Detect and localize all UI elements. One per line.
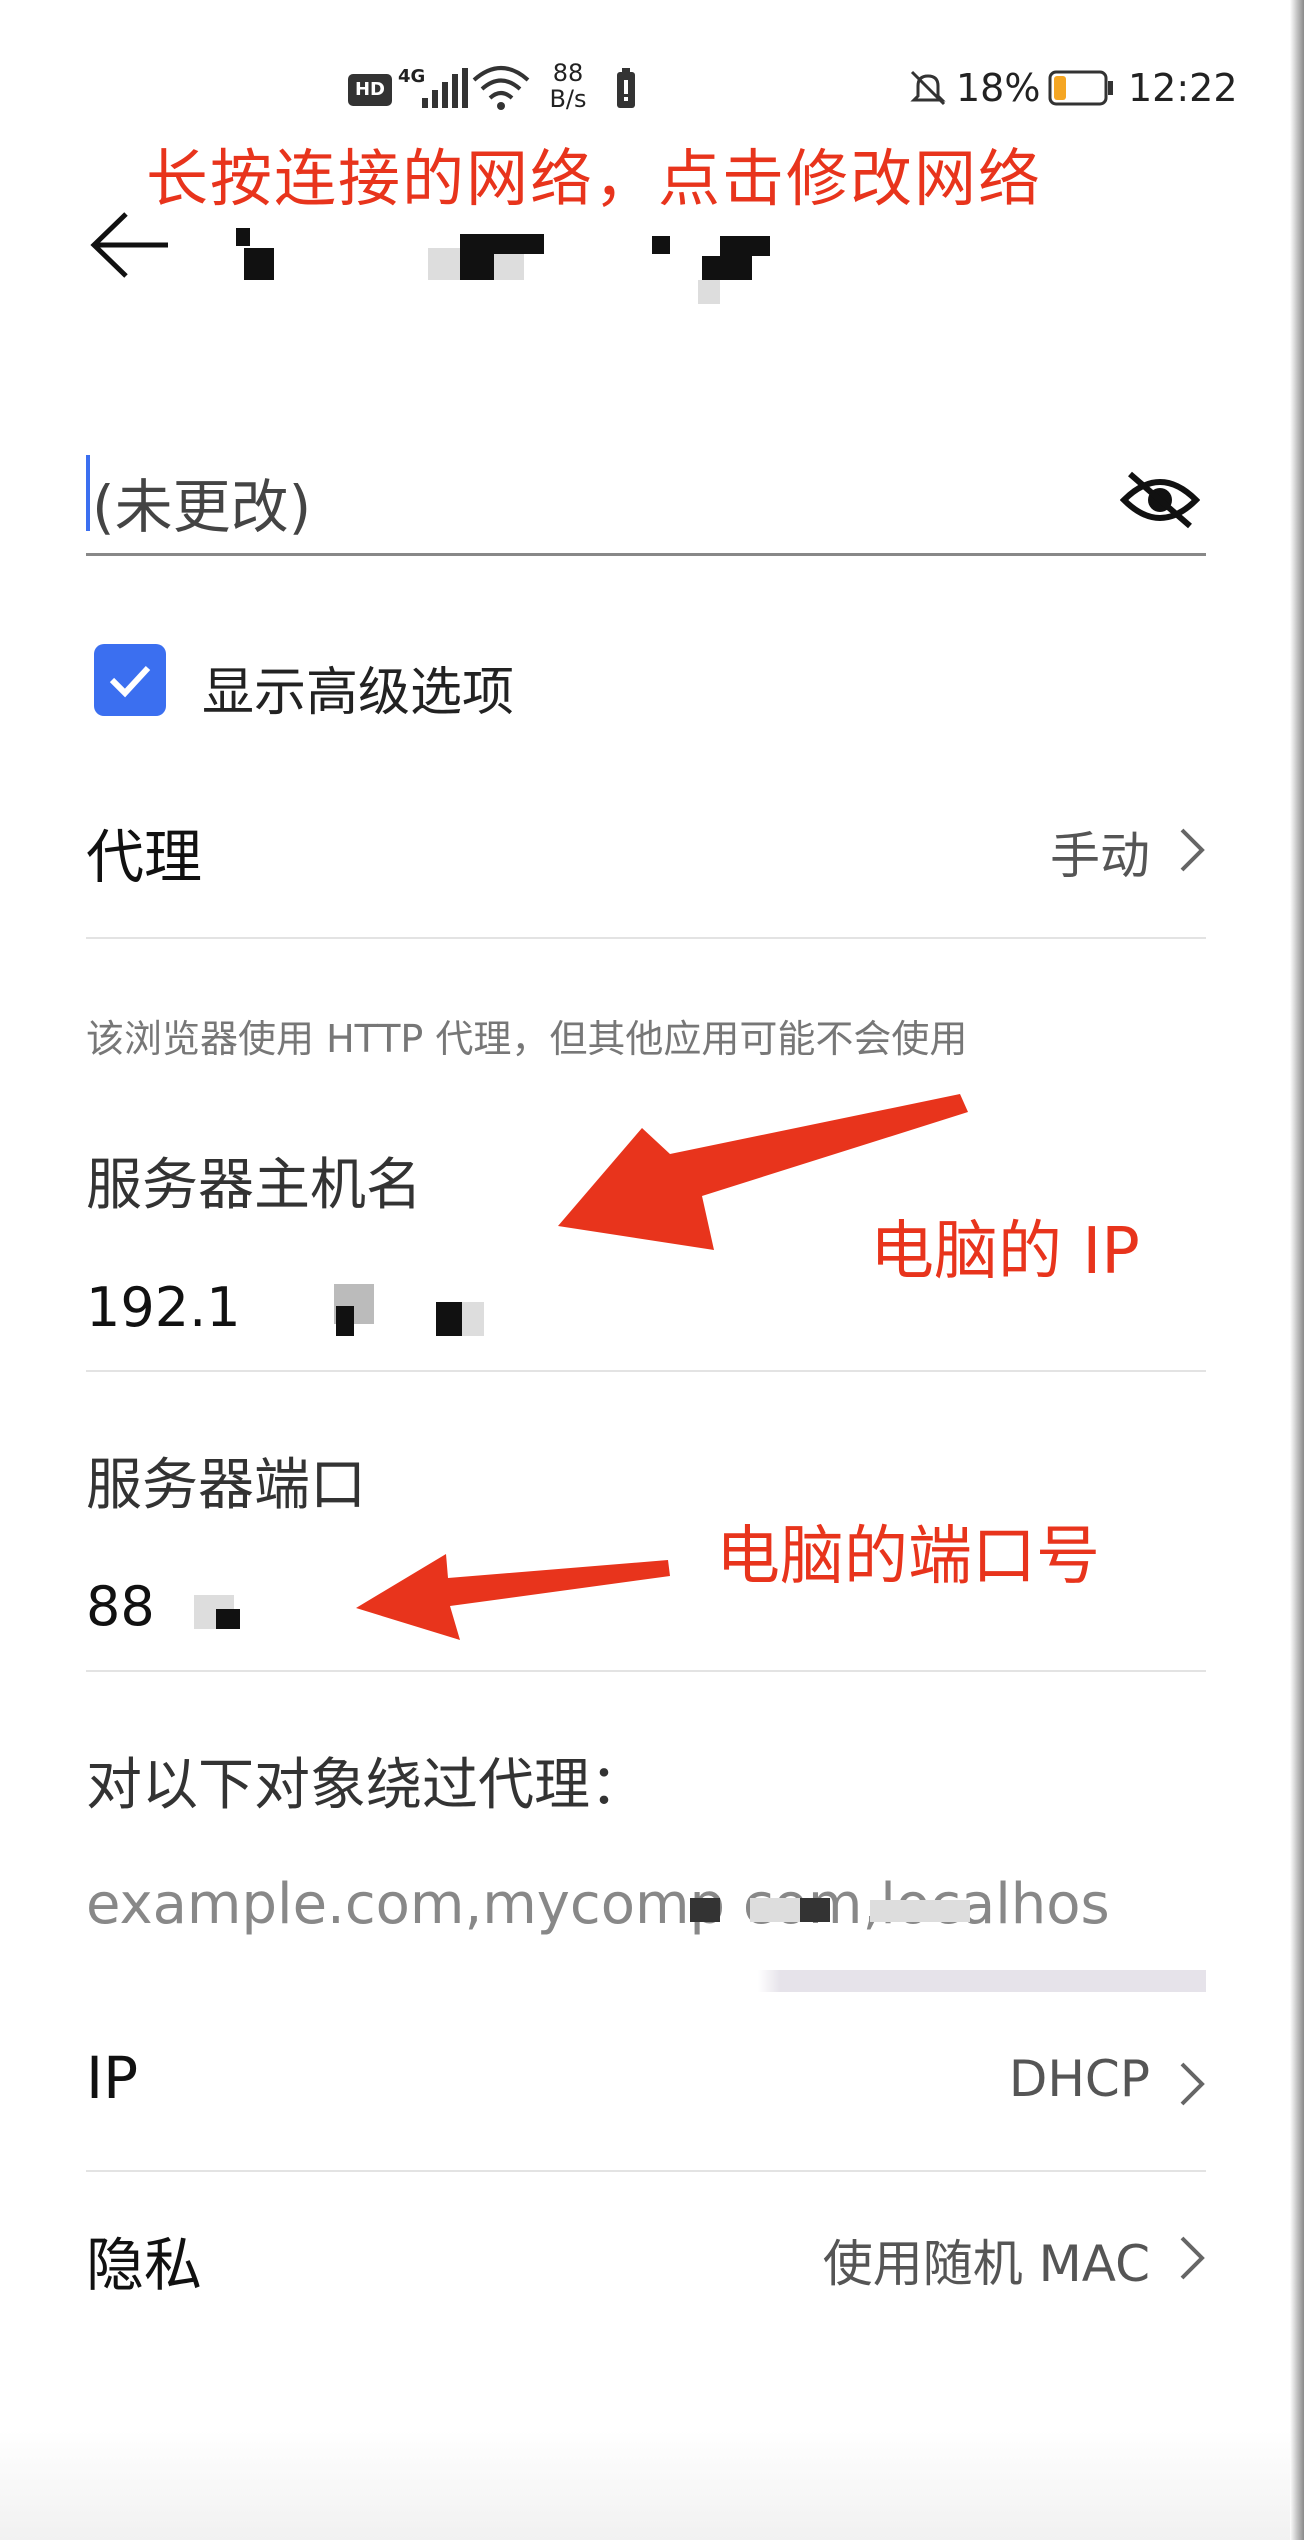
divider — [86, 1670, 1206, 1672]
divider — [86, 937, 1206, 939]
divider — [86, 2170, 1206, 2172]
wifi-icon — [472, 66, 530, 110]
ip-row[interactable]: IP DHCP — [86, 2044, 1206, 2134]
checkmark-icon — [109, 665, 151, 698]
proxy-value: 手动 — [1050, 827, 1150, 885]
host-label: 服务器主机名 — [86, 1153, 422, 1218]
clock: 12:22 — [1128, 66, 1238, 110]
annotation-ip: 电脑的 IP — [870, 1215, 1140, 1289]
bypass-label: 对以下对象绕过代理： — [86, 1753, 646, 1818]
chevron-right-icon — [1180, 2236, 1205, 2280]
port-input[interactable]: 88 — [86, 1575, 386, 1645]
proxy-row[interactable]: 代理 手动 — [86, 810, 1206, 900]
advanced-options-checkbox[interactable] — [94, 644, 166, 716]
password-input[interactable]: (未更改) — [92, 460, 311, 544]
network-speed: 88 B/s — [549, 59, 587, 113]
bypass-input[interactable]: example.com,mycomp com,localhos — [86, 1872, 1206, 1937]
chevron-right-icon — [1180, 2062, 1205, 2106]
hd-icon: HD — [348, 74, 392, 106]
bell-muted-icon — [910, 70, 946, 106]
password-underline — [86, 553, 1206, 556]
host-input[interactable]: 192.1 — [86, 1276, 686, 1346]
annotation-title: 长按连接的网络，点击修改网络 — [146, 142, 1043, 215]
proxy-note: 该浏览器使用 HTTP 代理，但其他应用可能不会使用 — [86, 1017, 968, 1061]
annotation-arrow-port — [356, 1554, 670, 1640]
privacy-row[interactable]: 隐私 使用随机 MAC — [86, 2218, 1206, 2308]
text-cursor — [86, 455, 90, 531]
battery-icon — [1048, 70, 1113, 106]
annotation-port: 电脑的端口号 — [716, 1520, 1100, 1594]
bypass-redaction — [690, 1890, 1030, 1950]
ip-value: DHCP — [1008, 2050, 1150, 2108]
bypass-underline — [86, 1970, 1206, 1992]
privacy-label: 隐私 — [86, 2231, 203, 2299]
battery-percent: 18% — [956, 66, 1041, 110]
network-name-redacted — [232, 222, 792, 304]
port-label: 服务器端口 — [86, 1453, 366, 1518]
screen-edge — [1290, 0, 1304, 2540]
proxy-label: 代理 — [86, 823, 203, 891]
signal-icon — [422, 68, 468, 108]
eye-off-icon[interactable] — [1120, 468, 1200, 532]
battery-saver-icon — [617, 68, 635, 108]
privacy-value: 使用随机 MAC — [822, 2235, 1150, 2293]
back-arrow-icon[interactable] — [88, 210, 172, 280]
advanced-options-label: 显示高级选项 — [202, 663, 515, 723]
divider — [86, 1370, 1206, 1372]
chevron-right-icon — [1180, 828, 1205, 872]
ip-label: IP — [86, 2044, 139, 2112]
bottom-shade — [0, 2430, 1304, 2540]
